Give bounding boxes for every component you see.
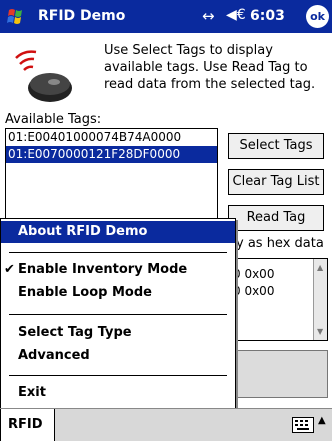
available-tags-label: Available Tags: <box>5 112 102 127</box>
hex-data-label: y as hex data <box>236 236 324 251</box>
menu-item-about[interactable]: About RFID Demo <box>1 221 235 243</box>
ok-button[interactable]: ok <box>306 5 329 28</box>
volume-icon[interactable]: ◀€ <box>226 7 246 23</box>
menu-separator <box>9 375 227 376</box>
tag-list-item[interactable]: 01:E00401000074B74A0000 <box>6 129 217 146</box>
tag-list[interactable]: 01:E00401000074B74A0000 01:E0070000121F2… <box>5 128 218 224</box>
menu-item-enable-inventory-mode[interactable]: ✔ Enable Inventory Mode <box>1 259 235 281</box>
data-row: 0 0x00 <box>233 284 275 298</box>
menu-item-enable-loop-mode[interactable]: Enable Loop Mode <box>1 282 235 304</box>
instructions-text: Use Select Tags to display available tag… <box>104 43 316 92</box>
checkmark-icon: ✔ <box>4 262 15 277</box>
scroll-up-arrow-icon[interactable]: ▲ <box>317 263 323 272</box>
rfid-reader-icon <box>15 50 72 102</box>
scroll-down-arrow-icon[interactable]: ▼ <box>317 327 323 336</box>
input-arrow-icon[interactable]: ▲ <box>318 415 326 426</box>
menu-item-label: Enable Inventory Mode <box>18 262 188 277</box>
clock[interactable]: 6:03 <box>250 8 285 24</box>
keyboard-icon[interactable] <box>292 417 314 433</box>
menu-item-select-tag-type[interactable]: Select Tag Type <box>1 322 235 344</box>
clear-tag-list-button[interactable]: Clear Tag List <box>228 169 324 195</box>
data-scrollbar[interactable]: ▲ ▼ <box>313 259 327 340</box>
menu-item-advanced[interactable]: Advanced <box>1 345 235 367</box>
lower-panel <box>228 350 328 398</box>
connectivity-icon[interactable]: ↔ <box>202 7 215 25</box>
menu-separator <box>9 314 227 315</box>
windows-start-icon[interactable] <box>2 2 32 31</box>
read-tag-button[interactable]: Read Tag <box>228 205 324 231</box>
bottom-menu-bar: RFID ▲ <box>0 408 332 441</box>
tag-list-item-selected[interactable]: 01:E0070000121F28DF0000 <box>6 146 217 163</box>
app-title: RFID Demo <box>38 8 126 24</box>
data-row: 0 0x00 <box>233 267 275 281</box>
title-bar: RFID Demo ↔ ◀€ 6:03 ok <box>0 0 332 33</box>
menu-item-exit[interactable]: Exit <box>1 382 235 404</box>
select-tags-button[interactable]: Select Tags <box>228 133 324 159</box>
rfid-menu-button[interactable]: RFID <box>0 409 55 441</box>
rfid-popup-menu: About RFID Demo ✔ Enable Inventory Mode … <box>0 218 236 408</box>
menu-separator <box>9 252 227 253</box>
tag-data-list[interactable]: 0 0x00 0 0x00 ▲ ▼ <box>228 258 328 341</box>
